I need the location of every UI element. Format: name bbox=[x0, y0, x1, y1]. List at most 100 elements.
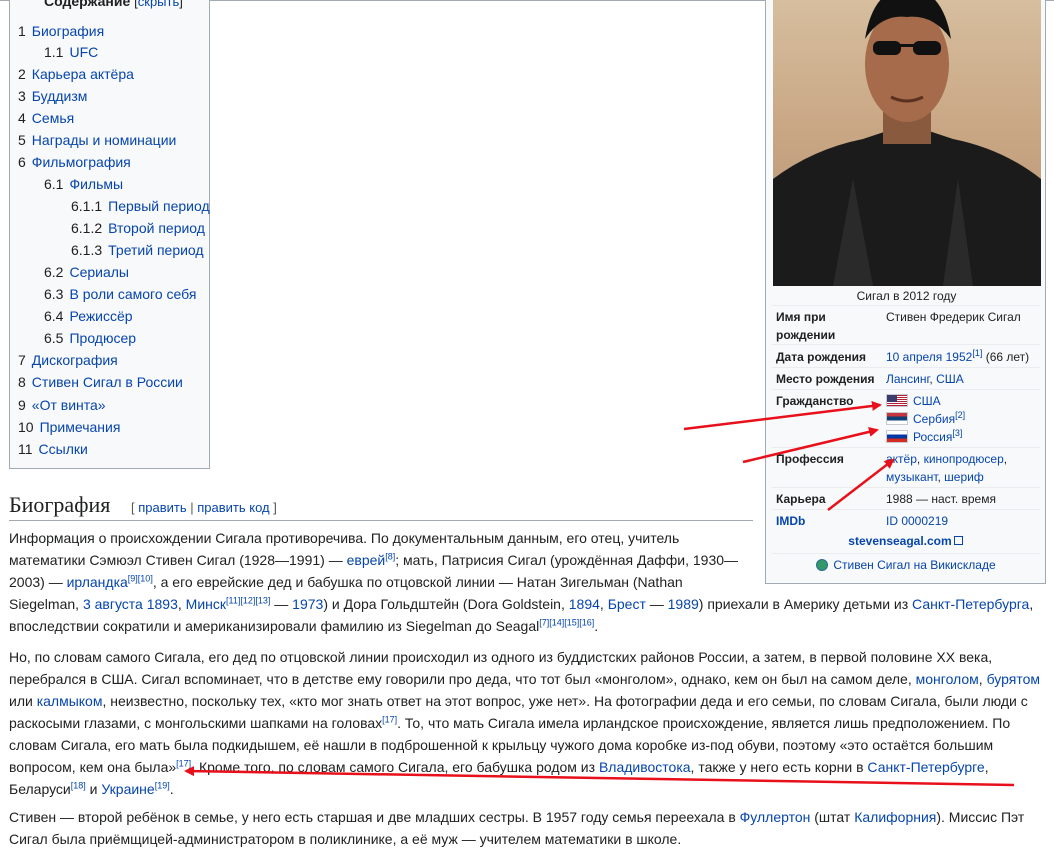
russia-flag-icon[interactable] bbox=[886, 430, 908, 443]
toc-item-link[interactable]: Семья bbox=[32, 110, 74, 126]
ref-link[interactable]: [11][12][13] bbox=[226, 595, 270, 605]
toc-item-link[interactable]: Примечания bbox=[40, 419, 121, 435]
toc-item[interactable]: 6.1.2 Второй период bbox=[71, 219, 205, 237]
toc-item-link[interactable]: Фильмы bbox=[69, 176, 123, 192]
toc-item[interactable]: 6.1 Фильмы bbox=[44, 175, 123, 193]
ref-link[interactable]: [7][14][15][16] bbox=[539, 617, 594, 627]
ref-link[interactable]: [9][10] bbox=[128, 573, 153, 583]
toc-item[interactable]: 2 Карьера актёра bbox=[18, 65, 134, 83]
link-buryat[interactable]: бурятом bbox=[987, 671, 1040, 687]
toc-item-link[interactable]: «От винта» bbox=[32, 397, 106, 413]
wikimedia-commons-icon bbox=[816, 559, 829, 571]
link-fullerton[interactable]: Фуллертон bbox=[740, 809, 811, 825]
toc-item[interactable]: 1.1 UFC bbox=[44, 43, 98, 61]
text-line: впоследствии сократили и американизирова… bbox=[9, 617, 599, 634]
toc-item-link[interactable]: Карьера актёра bbox=[32, 66, 134, 82]
toc-item-link[interactable]: Первый период bbox=[108, 198, 209, 214]
link-mongol[interactable]: монголом bbox=[916, 671, 979, 687]
toc-item[interactable]: 6.2 Сериалы bbox=[44, 263, 129, 281]
ref-link[interactable]: [17] bbox=[176, 758, 191, 768]
toc-item-link[interactable]: Второй период bbox=[108, 220, 205, 236]
toc-item-link[interactable]: Продюсер bbox=[69, 330, 136, 346]
toc-item[interactable]: 5 Награды и номинации bbox=[18, 131, 176, 149]
link-kalmyk[interactable]: калмыком bbox=[37, 693, 103, 709]
toc-item-link[interactable]: Дискография bbox=[32, 352, 118, 368]
us-flag-icon[interactable] bbox=[886, 394, 908, 407]
citizenship-us-link[interactable]: США bbox=[913, 394, 941, 408]
citizenship-ru-link[interactable]: Россия bbox=[913, 430, 952, 444]
edit-code-link[interactable]: править код bbox=[197, 500, 269, 515]
toc-hide-link[interactable]: скрыть bbox=[138, 0, 180, 9]
toc-item[interactable]: 6.1.3 Третий период bbox=[71, 241, 204, 259]
row-value: США Сербия[2] Россия[3] bbox=[886, 392, 1038, 446]
imdb-label-link[interactable]: IMDb bbox=[776, 512, 880, 530]
text: или bbox=[9, 693, 37, 709]
commons-link[interactable]: Стивен Сигал на Викискладе bbox=[833, 558, 995, 572]
toc-item[interactable]: 6.3 В роли самого себя bbox=[44, 285, 196, 303]
ref-link[interactable]: [3] bbox=[952, 428, 962, 438]
ref-link[interactable]: [17] bbox=[382, 714, 397, 724]
official-site-link[interactable]: stevenseagal.com bbox=[848, 534, 951, 548]
ref-link[interactable]: [19] bbox=[155, 780, 170, 790]
serbia-flag-icon[interactable] bbox=[886, 412, 908, 425]
toc-item[interactable]: 7 Дискография bbox=[18, 351, 118, 369]
toc-item[interactable]: 6 Фильмография bbox=[18, 153, 131, 171]
link-brest[interactable]: Брест bbox=[608, 596, 646, 612]
link-minsk[interactable]: Минск bbox=[186, 596, 226, 612]
imdb-id-link[interactable]: ID 0000219 bbox=[886, 512, 1038, 530]
ref-link[interactable]: [1] bbox=[972, 348, 982, 358]
toc-item[interactable]: 6.5 Продюсер bbox=[44, 329, 136, 347]
pob-country-link[interactable]: США bbox=[936, 372, 964, 386]
toc-item-link[interactable]: Режиссёр bbox=[69, 308, 132, 324]
toc-item-link[interactable]: В роли самого себя bbox=[69, 286, 196, 302]
toc-item-link[interactable]: Ссылки bbox=[39, 441, 88, 457]
link-california[interactable]: Калифорния bbox=[854, 809, 936, 825]
toc-item-link[interactable]: Фильмография bbox=[32, 154, 131, 170]
link-year[interactable]: 1893 bbox=[147, 596, 178, 612]
toc-item[interactable]: 3 Буддизм bbox=[18, 87, 87, 105]
citizenship-rs-link[interactable]: Сербия bbox=[913, 412, 955, 426]
toc-item[interactable]: 6.1.1 Первый период bbox=[71, 197, 210, 215]
toc-item-link[interactable]: Стивен Сигал в России bbox=[32, 374, 183, 390]
row-label: Карьера bbox=[776, 492, 826, 506]
toc-item-link[interactable]: UFC bbox=[69, 44, 98, 60]
toc-item-link[interactable]: Буддизм bbox=[32, 88, 88, 104]
toc-item-number: 10 bbox=[18, 419, 34, 435]
link-vladivostok[interactable]: Владивостока bbox=[599, 759, 691, 775]
link-jew[interactable]: еврей bbox=[347, 552, 386, 568]
toc-item-number: 11 bbox=[18, 441, 33, 457]
toc-item-link[interactable]: Биография bbox=[32, 23, 104, 39]
link-year[interactable]: 1989 bbox=[668, 596, 699, 612]
text: ). Миссис Пэт bbox=[936, 809, 1025, 825]
profession-musician-link[interactable]: музыкант bbox=[886, 470, 938, 484]
edit-link[interactable]: править bbox=[138, 500, 186, 515]
link-saint-petersburg[interactable]: Санкт-Петербурга bbox=[912, 596, 1029, 612]
toc-item[interactable]: 11 Ссылки bbox=[18, 440, 88, 458]
pob-city-link[interactable]: Лансинг bbox=[886, 372, 929, 386]
toc-item-link[interactable]: Награды и номинации bbox=[32, 132, 177, 148]
link-year[interactable]: 1973 bbox=[292, 596, 323, 612]
link-ukraine[interactable]: Украине bbox=[101, 781, 154, 797]
ref-link[interactable]: [2] bbox=[955, 410, 965, 420]
toc-item[interactable]: 9 «От винта» bbox=[18, 396, 106, 414]
toc-item[interactable]: 1 Биография bbox=[18, 22, 104, 40]
profession-sheriff-link[interactable]: шериф bbox=[944, 470, 984, 484]
ref-link[interactable]: [18] bbox=[71, 780, 86, 790]
toc-item-link[interactable]: Третий период bbox=[108, 242, 203, 258]
ref-link[interactable]: [8] bbox=[385, 551, 395, 561]
toc-item[interactable]: 10 Примечания bbox=[18, 418, 120, 436]
link-saint-petersburg[interactable]: Санкт-Петербурге bbox=[867, 759, 984, 775]
link-irish[interactable]: ирландка bbox=[67, 574, 128, 590]
text-line: Беларуси[18] и Украине[19]. bbox=[9, 780, 174, 797]
link-date[interactable]: 3 августа bbox=[83, 596, 143, 612]
portrait-photo[interactable] bbox=[773, 0, 1041, 286]
profession-producer-link[interactable]: кинопродюсер bbox=[924, 452, 1004, 466]
toc-item[interactable]: 6.4 Режиссёр bbox=[44, 307, 133, 325]
toc-item[interactable]: 4 Семья bbox=[18, 109, 74, 127]
edit-bracket-close: ] bbox=[269, 500, 277, 515]
profession-actor-link[interactable]: актёр bbox=[886, 452, 917, 466]
link-year[interactable]: 1894 bbox=[569, 596, 600, 612]
dob-link[interactable]: 10 апреля 1952 bbox=[886, 350, 972, 364]
toc-item[interactable]: 8 Стивен Сигал в России bbox=[18, 373, 183, 391]
toc-item-link[interactable]: Сериалы bbox=[69, 264, 129, 280]
